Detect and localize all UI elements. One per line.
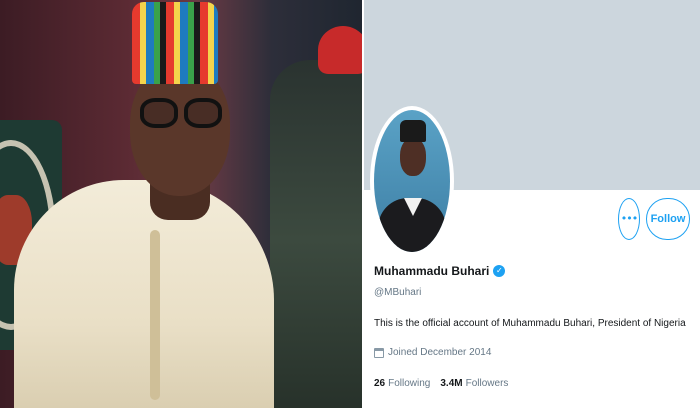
- following-link[interactable]: 26 Following: [374, 378, 430, 389]
- joined-date: Joined December 2014: [388, 347, 492, 358]
- patterned-cap: [132, 2, 218, 84]
- display-name: Muhammadu Buhari: [374, 264, 490, 278]
- calendar-icon: [374, 347, 384, 358]
- follow-button[interactable]: Follow: [646, 198, 690, 240]
- followers-count: 3.4M: [440, 378, 463, 389]
- name-row: Muhammadu Buhari ✓: [374, 262, 506, 280]
- verified-badge-icon: ✓: [493, 265, 506, 277]
- following-count: 26: [374, 378, 386, 389]
- joined-row: Joined December 2014: [374, 347, 491, 358]
- white-robe: [14, 180, 274, 408]
- profile-avatar[interactable]: [370, 106, 454, 256]
- followers-link[interactable]: 3.4M Followers: [440, 378, 508, 389]
- robe-fold: [150, 230, 160, 400]
- avatar-image: [374, 110, 450, 252]
- background-red-cap: [318, 26, 362, 74]
- background-figure: [270, 60, 362, 408]
- profile-handle: @MBuhari: [374, 287, 422, 298]
- more-options-button[interactable]: •••: [618, 198, 640, 240]
- news-photo: [0, 0, 362, 408]
- profile-bio: This is the official account of Muhammad…: [374, 318, 686, 329]
- followers-label: Followers: [465, 378, 509, 389]
- twitter-profile-card: ••• Follow Muhammadu Buhari ✓ @MBuhari T…: [362, 0, 700, 408]
- stats-row: 26 Following 3.4M Followers: [374, 378, 508, 389]
- following-label: Following: [388, 378, 431, 389]
- glasses-icon: [140, 98, 226, 128]
